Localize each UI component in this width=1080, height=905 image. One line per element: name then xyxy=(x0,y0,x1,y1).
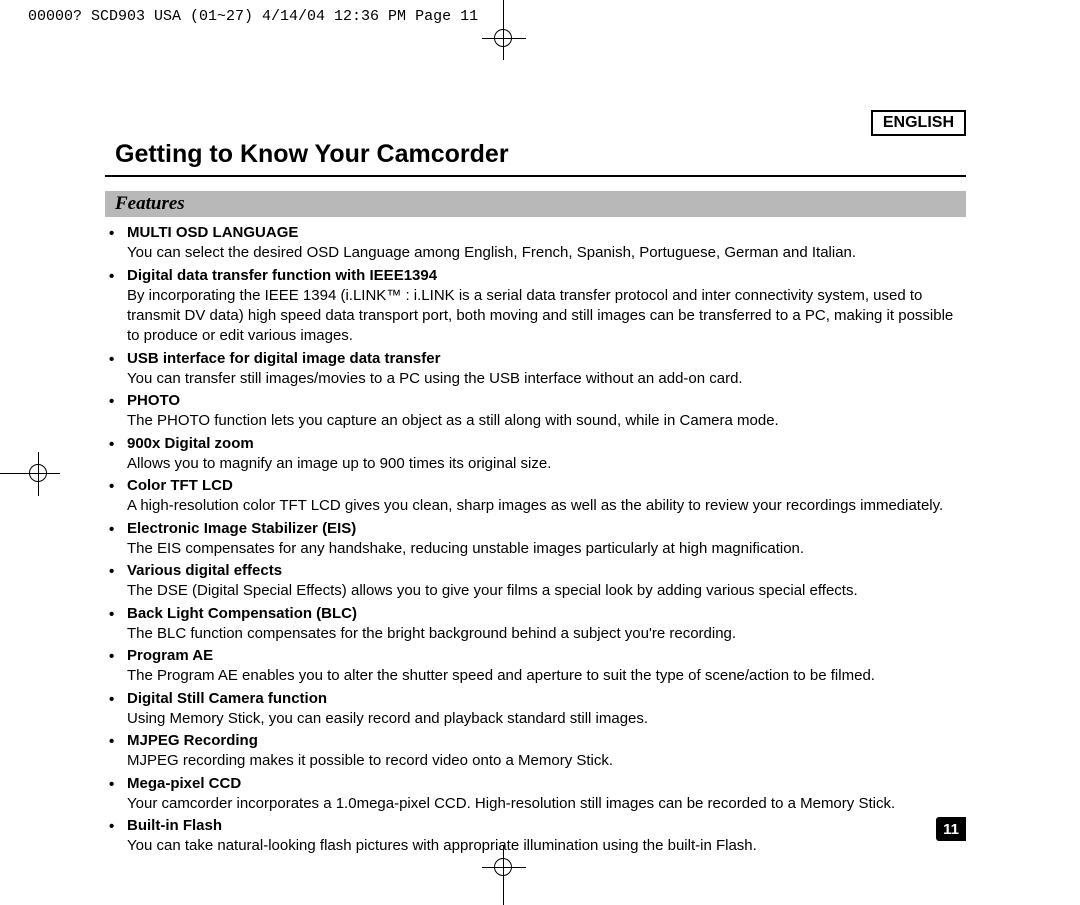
feature-title: Various digital effects xyxy=(127,561,966,581)
feature-item: Digital data transfer function with IEEE… xyxy=(127,266,966,347)
feature-item: Electronic Image Stabilizer (EIS)The EIS… xyxy=(127,519,966,560)
feature-body: You can select the desired OSD Language … xyxy=(127,243,966,263)
feature-item: MULTI OSD LANGUAGEYou can select the des… xyxy=(127,223,966,264)
feature-item: Back Light Compensation (BLC)The BLC fun… xyxy=(127,604,966,645)
page-title: Getting to Know Your Camcorder xyxy=(105,140,966,177)
feature-body: The PHOTO function lets you capture an o… xyxy=(127,411,966,431)
feature-item: 900x Digital zoomAllows you to magnify a… xyxy=(127,434,966,475)
feature-title: 900x Digital zoom xyxy=(127,434,966,454)
features-list: MULTI OSD LANGUAGEYou can select the des… xyxy=(105,223,966,857)
crop-mark-left xyxy=(0,452,60,496)
feature-title: PHOTO xyxy=(127,391,966,411)
feature-item: MJPEG RecordingMJPEG recording makes it … xyxy=(127,731,966,772)
feature-title: Program AE xyxy=(127,646,966,666)
feature-item: Program AEThe Program AE enables you to … xyxy=(127,646,966,687)
feature-title: USB interface for digital image data tra… xyxy=(127,349,966,369)
feature-body: The BLC function compensates for the bri… xyxy=(127,624,966,644)
feature-item: Built-in FlashYou can take natural-looki… xyxy=(127,816,966,857)
feature-body: You can take natural-looking flash pictu… xyxy=(127,836,966,856)
feature-item: PHOTOThe PHOTO function lets you capture… xyxy=(127,391,966,432)
feature-body: The DSE (Digital Special Effects) allows… xyxy=(127,581,966,601)
language-badge: ENGLISH xyxy=(871,110,966,136)
feature-item: Color TFT LCDA high-resolution color TFT… xyxy=(127,476,966,517)
imposition-header: 00000? SCD903 USA (01~27) 4/14/04 12:36 … xyxy=(28,8,478,25)
feature-title: Electronic Image Stabilizer (EIS) xyxy=(127,519,966,539)
feature-body: Allows you to magnify an image up to 900… xyxy=(127,454,966,474)
feature-item: USB interface for digital image data tra… xyxy=(127,349,966,390)
feature-body: The EIS compensates for any handshake, r… xyxy=(127,539,966,559)
feature-item: Digital Still Camera functionUsing Memor… xyxy=(127,689,966,730)
feature-body: The Program AE enables you to alter the … xyxy=(127,666,966,686)
feature-title: Digital data transfer function with IEEE… xyxy=(127,266,966,286)
feature-body: A high-resolution color TFT LCD gives yo… xyxy=(127,496,966,516)
feature-title: Back Light Compensation (BLC) xyxy=(127,604,966,624)
page-number-tab: 11 xyxy=(936,817,966,841)
feature-title: MJPEG Recording xyxy=(127,731,966,751)
section-subtitle: Features xyxy=(105,191,966,217)
crop-mark-top xyxy=(482,0,526,60)
feature-item: Various digital effectsThe DSE (Digital … xyxy=(127,561,966,602)
feature-body: Using Memory Stick, you can easily recor… xyxy=(127,709,966,729)
feature-body: Your camcorder incorporates a 1.0mega-pi… xyxy=(127,794,966,814)
feature-title: Digital Still Camera function xyxy=(127,689,966,709)
feature-body: By incorporating the IEEE 1394 (i.LINK™ … xyxy=(127,286,966,347)
feature-title: Color TFT LCD xyxy=(127,476,966,496)
feature-item: Mega-pixel CCDYour camcorder incorporate… xyxy=(127,774,966,815)
feature-title: MULTI OSD LANGUAGE xyxy=(127,223,966,243)
content-area: Getting to Know Your Camcorder Features … xyxy=(105,140,966,859)
feature-title: Built-in Flash xyxy=(127,816,966,836)
feature-body: MJPEG recording makes it possible to rec… xyxy=(127,751,966,771)
feature-title: Mega-pixel CCD xyxy=(127,774,966,794)
feature-body: You can transfer still images/movies to … xyxy=(127,369,966,389)
